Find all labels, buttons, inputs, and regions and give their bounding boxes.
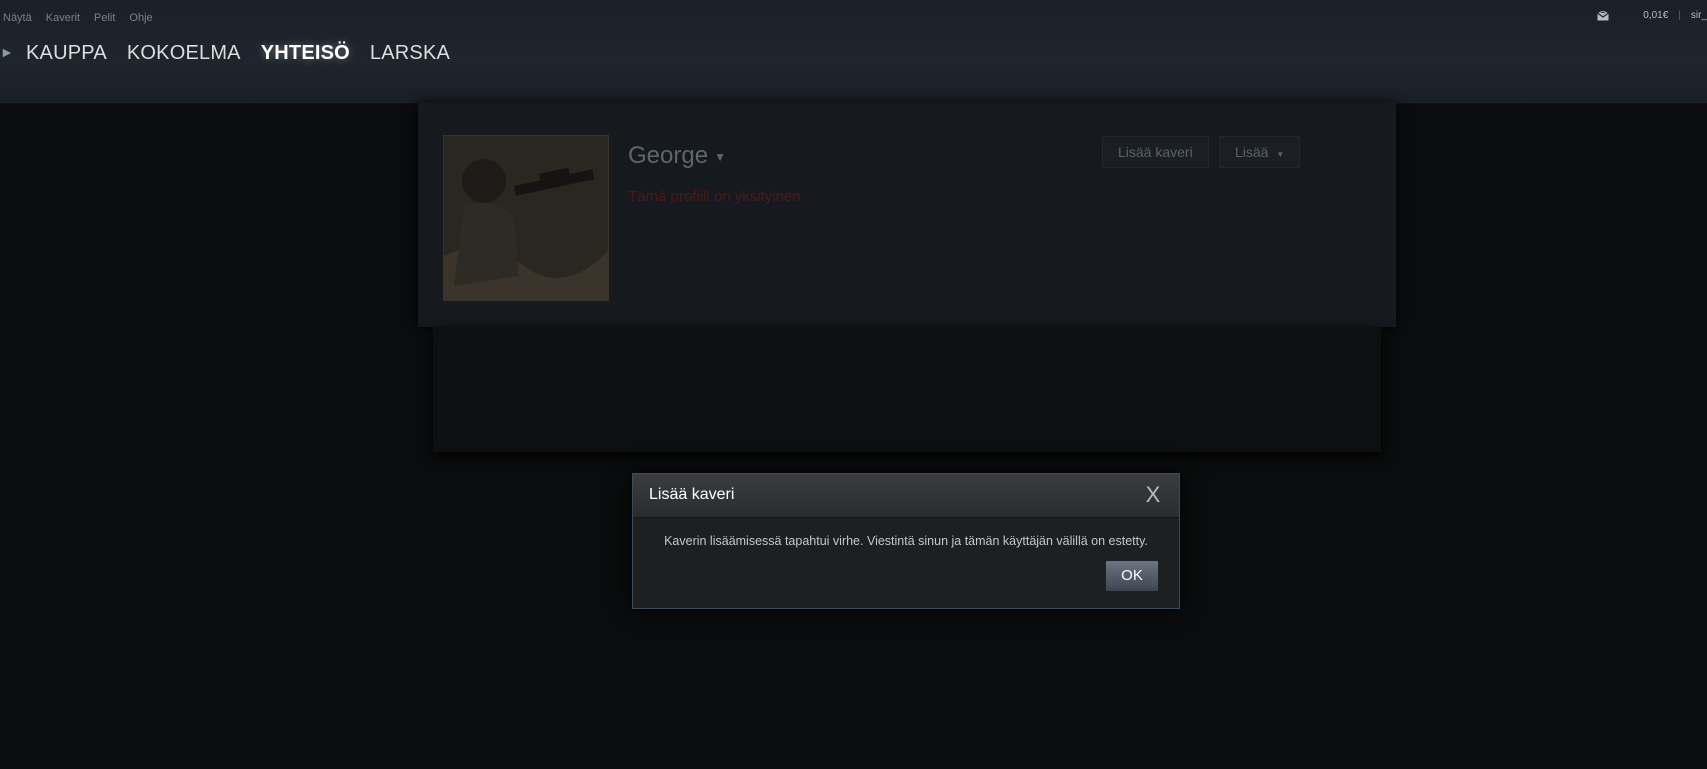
add-friend-button[interactable]: Lisää kaveri [1102, 136, 1209, 168]
client-menu: Näytä Kaverit Pelit Ohje [3, 12, 153, 24]
menu-friends[interactable]: Kaverit [46, 12, 80, 24]
profile-header: George ▼ Tämä profiili on yksityinen Lisä… [418, 102, 1396, 327]
nav-community[interactable]: YHTEISÖ [261, 42, 350, 65]
nav-library[interactable]: KOKOELMA [127, 42, 241, 65]
ok-button[interactable]: OK [1105, 560, 1159, 592]
top-bar: Näytä Kaverit Pelit Ohje ► KAUPPA KOKOEL… [0, 0, 1707, 104]
dialog-message: Kaverin lisäämisessä tapahtui virhe. Vie… [664, 534, 1148, 548]
avatar [443, 135, 609, 301]
close-icon[interactable]: X [1141, 483, 1165, 507]
private-profile-notice: Tämä profiili on yksityinen [628, 188, 801, 205]
dialog-body: Kaverin lisäämisessä tapahtui virhe. Vie… [633, 517, 1179, 548]
account-area: 0,01€ | sir_ [1597, 10, 1707, 21]
profile-name-text: George [628, 142, 709, 169]
caret-down-icon: ▼ [714, 149, 726, 164]
more-button-label: Lisää [1235, 144, 1269, 160]
profile-name[interactable]: George ▼ [628, 142, 726, 170]
account-username[interactable]: sir_ [1691, 10, 1707, 21]
nav-profile[interactable]: LARSKA [370, 42, 450, 65]
wallet-balance[interactable]: 0,01€ [1643, 10, 1668, 21]
menu-help[interactable]: Ohje [129, 12, 152, 24]
back-arrow-icon[interactable]: ► [0, 44, 14, 64]
nav-store[interactable]: KAUPPA [26, 42, 107, 65]
envelope-icon[interactable] [1597, 10, 1610, 21]
menu-games[interactable]: Pelit [94, 12, 115, 24]
profile-content-area [433, 327, 1381, 452]
add-friend-dialog: Lisää kaveri X Kaverin lisäämisessä tapa… [632, 473, 1180, 609]
main-nav: ► KAUPPA KOKOELMA YHTEISÖ LARSKA [0, 42, 470, 65]
more-button[interactable]: Lisää ▼ [1219, 136, 1301, 168]
dialog-header: Lisää kaveri X [633, 474, 1179, 518]
menu-view[interactable]: Näytä [3, 12, 32, 24]
dialog-title: Lisää kaveri [649, 486, 735, 503]
separator: | [1678, 10, 1681, 21]
caret-down-icon: ▼ [1276, 150, 1285, 159]
